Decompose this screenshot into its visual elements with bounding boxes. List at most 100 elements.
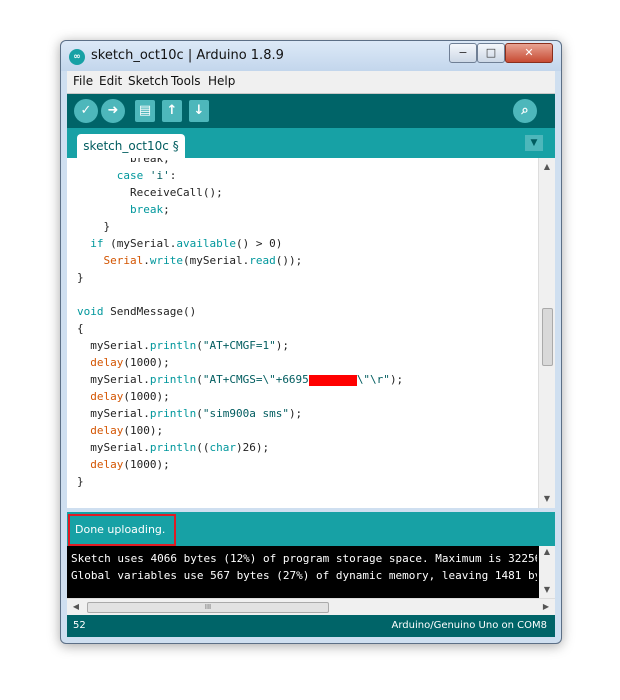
code-text[interactable]: break; case 'i': ReceiveCall(); break; }… (67, 158, 539, 490)
verify-icon[interactable]: ✓ (74, 99, 98, 123)
code-line[interactable]: delay(1000); (67, 354, 539, 371)
code-token: println (149, 441, 197, 454)
highlight-box (68, 514, 176, 546)
code-token: mySerial. (77, 407, 150, 420)
code-token: (( (196, 441, 210, 454)
code-token: } (77, 475, 84, 488)
scroll-up-icon[interactable]: ▲ (539, 160, 555, 174)
code-line[interactable]: } (67, 473, 539, 490)
console-text: Sketch uses 4066 bytes (12%) of program … (71, 550, 537, 584)
code-token: Serial (103, 254, 144, 267)
menu-help[interactable]: Help (208, 74, 235, 88)
console-output[interactable]: Sketch uses 4066 bytes (12%) of program … (67, 546, 555, 598)
arduino-logo-icon: ∞ (69, 49, 85, 65)
code-line[interactable]: mySerial.println("AT+CMGS=\"+6695 \"\r"); (67, 371, 539, 388)
code-token: () > 0) (235, 237, 283, 250)
close-button[interactable]: ✕ (505, 43, 553, 63)
console-scroll-down-icon[interactable]: ▼ (539, 584, 555, 596)
scroll-right-icon[interactable]: ▶ (539, 599, 553, 615)
code-line[interactable]: case 'i': (67, 167, 539, 184)
code-token: ; (163, 203, 170, 216)
code-token: mySerial. (77, 373, 150, 386)
code-token: ( (196, 339, 203, 352)
code-line[interactable]: { (67, 320, 539, 337)
code-token: . (143, 254, 150, 267)
console-line: Sketch uses 4066 bytes (12%) of program … (71, 552, 537, 565)
code-token: ); (389, 373, 404, 386)
code-token: 'i' (149, 169, 170, 182)
code-token: SendMessage() (103, 305, 197, 318)
code-token: \"\r" (356, 373, 390, 386)
code-token: delay (90, 390, 124, 403)
arduino-ide-window: ∞ sketch_oct10c | Arduino 1.8.9 − □ ✕ Fi… (60, 40, 562, 644)
code-token: ( (196, 373, 203, 386)
save-icon[interactable]: ↓ (189, 100, 209, 122)
editor-vertical-scrollbar[interactable]: ▲ ▼ (538, 158, 555, 508)
menu-bar: File Edit Sketch Tools Help (67, 71, 555, 94)
code-token: } (77, 220, 111, 233)
code-editor[interactable]: break; case 'i': ReceiveCall(); break; }… (67, 158, 555, 508)
upload-icon[interactable]: ➜ (101, 99, 125, 123)
code-token: delay (90, 424, 124, 437)
code-token: break (77, 203, 164, 216)
menu-file[interactable]: File (73, 74, 93, 88)
maximize-button[interactable]: □ (477, 43, 505, 63)
code-line[interactable]: break; (67, 201, 539, 218)
code-line[interactable]: delay(1000); (67, 388, 539, 405)
code-line[interactable]: mySerial.println((char)26); (67, 439, 539, 456)
code-token: write (149, 254, 183, 267)
code-token: ( (196, 407, 203, 420)
code-line[interactable]: } (67, 218, 539, 235)
minimize-button[interactable]: − (449, 43, 477, 63)
code-line[interactable]: if (mySerial.available() > 0) (67, 235, 539, 252)
code-token: mySerial. (77, 441, 150, 454)
code-token: ReceiveCall(); (77, 186, 223, 199)
code-line[interactable]: Serial.write(mySerial.read()); (67, 252, 539, 269)
code-line[interactable] (67, 286, 539, 303)
new-icon[interactable]: ▤ (135, 100, 155, 122)
console-vertical-scrollbar[interactable]: ▲ ▼ (539, 546, 555, 598)
code-line[interactable]: delay(1000); (67, 456, 539, 473)
code-token: (100); (123, 424, 164, 437)
scroll-left-icon[interactable]: ◀ (69, 599, 83, 615)
tab-bar: sketch_oct10c § ▼ (67, 128, 555, 158)
code-token: (mySerial. (103, 237, 177, 250)
scroll-down-icon[interactable]: ▼ (539, 492, 555, 506)
code-token: (1000); (123, 356, 170, 369)
console-scroll-up-icon[interactable]: ▲ (539, 546, 555, 558)
code-token: delay (90, 356, 124, 369)
menu-sketch[interactable]: Sketch (128, 74, 168, 88)
toolbar: ✓ ➜ ▤ ↑ ↓ ⌕ (67, 94, 555, 128)
code-line[interactable]: break; (67, 158, 539, 167)
serial-monitor-icon[interactable]: ⌕ (513, 99, 537, 123)
code-line[interactable]: ReceiveCall(); (67, 184, 539, 201)
tab-sketch[interactable]: sketch_oct10c § (77, 134, 185, 158)
code-line[interactable]: delay(100); (67, 422, 539, 439)
scroll-thumb[interactable] (542, 308, 553, 366)
console-line: Global variables use 567 bytes (27%) of … (71, 569, 537, 582)
open-icon[interactable]: ↑ (162, 100, 182, 122)
code-token: { (77, 322, 84, 335)
code-token: } (77, 271, 84, 284)
code-token: break; (77, 158, 170, 165)
console-horizontal-scrollbar[interactable]: ◀ III ▶ (67, 598, 555, 615)
horizontal-scroll-thumb[interactable]: III (87, 602, 329, 613)
title-bar[interactable]: ∞ sketch_oct10c | Arduino 1.8.9 − □ ✕ (61, 41, 561, 71)
code-token: "AT+CMGS=\"+6695 (202, 373, 309, 386)
tab-menu-icon[interactable]: ▼ (525, 135, 543, 151)
code-token: delay (90, 458, 124, 471)
code-token: println (149, 407, 197, 420)
code-line[interactable]: mySerial.println("sim900a sms"); (67, 405, 539, 422)
code-line[interactable]: mySerial.println("AT+CMGF=1"); (67, 337, 539, 354)
code-line[interactable]: } (67, 269, 539, 286)
code-token: ()); (275, 254, 303, 267)
code-token: void (77, 305, 104, 318)
menu-tools[interactable]: Tools (171, 74, 201, 88)
code-line[interactable]: void SendMessage() (67, 303, 539, 320)
menu-edit[interactable]: Edit (99, 74, 122, 88)
